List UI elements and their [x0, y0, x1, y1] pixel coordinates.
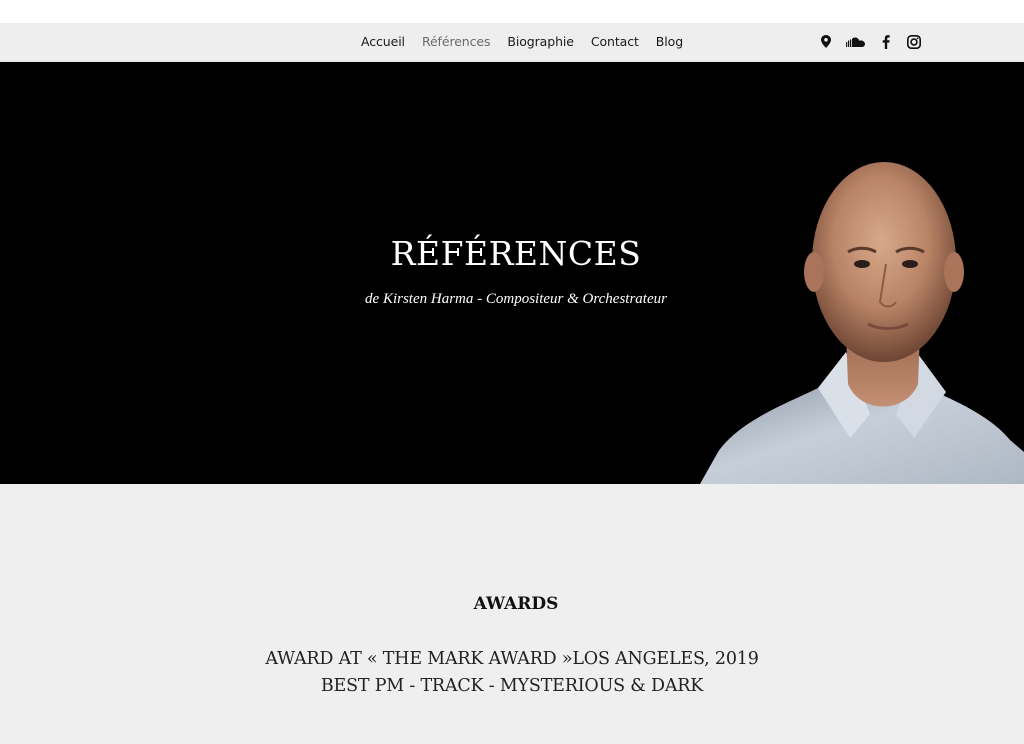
social-links [818, 23, 922, 60]
main-menu: Accueil Références Biographie Contact Bl… [361, 23, 700, 60]
facebook-icon[interactable] [878, 34, 894, 50]
soundcloud-icon[interactable] [846, 34, 866, 50]
nav-item-biographie[interactable]: Biographie [507, 34, 574, 49]
top-strip [0, 0, 1024, 23]
nav-item-contact[interactable]: Contact [591, 34, 639, 49]
hero-banner: RÉFÉRENCES de Kirsten Harma - Compositeu… [0, 62, 1024, 484]
nav-item-accueil[interactable]: Accueil [361, 34, 405, 49]
instagram-icon[interactable] [906, 34, 922, 50]
award-entry-detail: BEST PM - TRACK - MYSTERIOUS & DARK [320, 676, 704, 696]
awards-heading: AWARDS [473, 594, 559, 614]
nav-item-references[interactable]: Références [422, 34, 491, 49]
nav-item-blog[interactable]: Blog [656, 34, 683, 49]
navigation-bar: Accueil Références Biographie Contact Bl… [0, 23, 1024, 62]
award-entry-title: AWARD AT « THE MARK AWARD »LOS ANGELES, … [265, 649, 759, 669]
composer-portrait [700, 162, 1024, 484]
map-pin-icon[interactable] [818, 34, 834, 50]
